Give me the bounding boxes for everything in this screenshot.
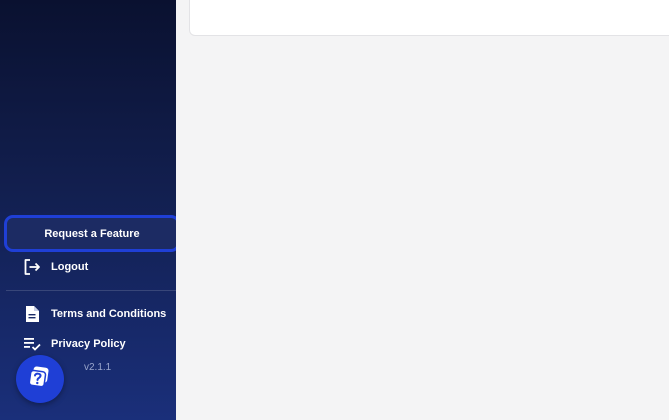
terms-link[interactable]: Terms and Conditions xyxy=(22,304,166,324)
help-chat-icon xyxy=(27,364,53,395)
sidebar: Request a Feature Logout Terms and Condi… xyxy=(0,0,180,420)
privacy-label: Privacy Policy xyxy=(51,338,126,350)
request-feature-button[interactable]: Request a Feature xyxy=(4,215,180,252)
list-check-icon xyxy=(22,334,42,354)
privacy-link[interactable]: Privacy Policy xyxy=(22,334,126,354)
app-window: Request a Feature Logout Terms and Condi… xyxy=(0,0,669,420)
content-card xyxy=(189,0,669,36)
logout-icon xyxy=(22,257,42,277)
version-text: v2.1.1 xyxy=(84,362,112,373)
terms-label: Terms and Conditions xyxy=(51,308,167,320)
main-content xyxy=(176,0,669,420)
logout-button[interactable]: Logout xyxy=(22,257,88,277)
document-icon xyxy=(22,304,42,324)
help-chat-button[interactable] xyxy=(16,355,64,403)
logout-label: Logout xyxy=(51,261,89,273)
request-feature-label: Request a Feature xyxy=(44,227,140,240)
sidebar-divider xyxy=(6,290,176,291)
